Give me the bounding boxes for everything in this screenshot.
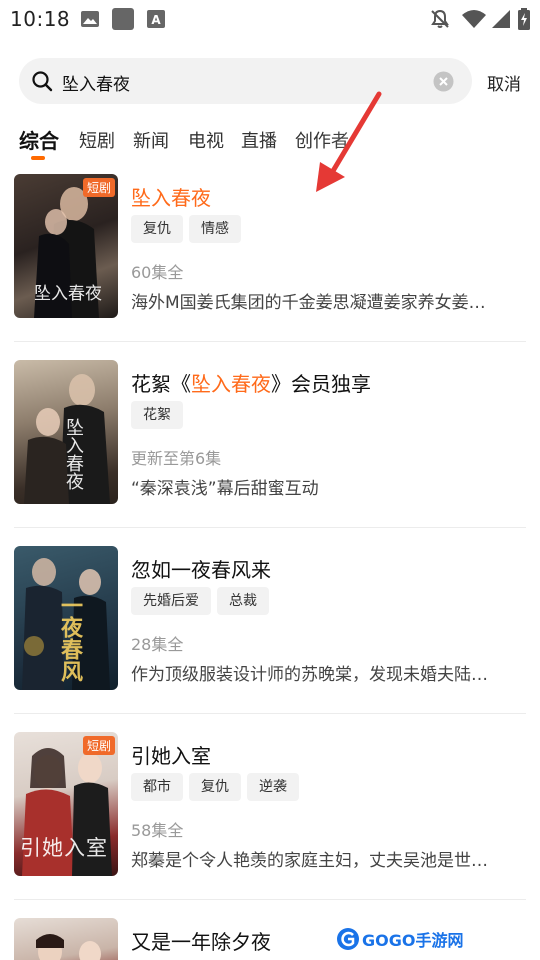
cover-title-text: 引她入室 xyxy=(20,836,108,860)
tag[interactable]: 总裁 xyxy=(217,587,269,615)
result-cover-image[interactable] xyxy=(14,918,118,960)
short-drama-badge: 短剧 xyxy=(82,736,115,755)
search-icon xyxy=(32,71,53,92)
search-query[interactable]: 坠入春夜 xyxy=(62,70,130,95)
result-cover-image[interactable]: 坠入春夜 xyxy=(14,360,118,504)
signal-icon xyxy=(492,10,510,28)
episode-count: 28集全 xyxy=(131,635,184,654)
result-cover-image[interactable]: 短剧 坠入春夜 xyxy=(14,174,118,318)
search-input[interactable]: 坠入春夜 xyxy=(19,58,472,104)
title-highlight: 坠入春夜 xyxy=(191,372,271,396)
status-bar: 10:18 A xyxy=(0,0,540,38)
tab-comprehensive[interactable]: 综合 xyxy=(19,125,59,154)
result-cover-image[interactable]: 一夜春风 xyxy=(14,546,118,690)
tag[interactable]: 先婚后爱 xyxy=(131,587,211,615)
clear-icon[interactable] xyxy=(433,71,454,92)
watermark-text: GOGO手游网 xyxy=(362,931,464,950)
cover-title-text: 坠入春夜 xyxy=(63,418,84,490)
title-prefix: 花絮《 xyxy=(131,372,191,396)
divider xyxy=(14,527,526,528)
battery-icon xyxy=(518,8,530,30)
result-item[interactable]: 短剧 坠入春夜 坠入春夜 复仇 情感 60集全 海外M国姜氏集团的千金姜思凝遭姜家… xyxy=(14,174,526,342)
short-drama-badge: 短剧 xyxy=(82,178,115,197)
result-title[interactable]: 花絮《坠入春夜》会员独享 xyxy=(131,368,371,397)
cover-title-text: 坠入春夜 xyxy=(34,284,102,304)
tab-live[interactable]: 直播 xyxy=(241,127,277,153)
font-app-icon: A xyxy=(147,10,165,28)
result-title[interactable]: 又是一年除夕夜 xyxy=(131,926,271,955)
status-time: 10:18 xyxy=(10,7,71,31)
cancel-button[interactable]: 取消 xyxy=(487,70,521,95)
active-tab-indicator xyxy=(31,156,45,160)
tag-list: 都市 复仇 逆袭 xyxy=(131,773,305,801)
tab-tv[interactable]: 电视 xyxy=(188,127,224,153)
divider xyxy=(14,899,526,900)
episode-count: 60集全 xyxy=(131,263,184,282)
episode-count: 58集全 xyxy=(131,821,184,840)
watermark-logo-icon xyxy=(337,928,359,950)
result-item[interactable]: 坠入春夜 花絮《坠入春夜》会员独享 花絮 更新至第6集 “秦深袁浅”幕后甜蜜互动 xyxy=(14,360,526,528)
category-tabs: 综合 短剧 新闻 电视 直播 创作者 xyxy=(0,123,540,163)
tag[interactable]: 逆袭 xyxy=(247,773,299,801)
result-description: 海外M国姜氏集团的千金姜思凝遭姜家养女姜… xyxy=(131,293,486,313)
result-description: “秦深袁浅”幕后甜蜜互动 xyxy=(131,479,319,499)
tag[interactable]: 复仇 xyxy=(131,215,183,243)
tag[interactable]: 复仇 xyxy=(189,773,241,801)
divider xyxy=(14,713,526,714)
tag[interactable]: 都市 xyxy=(131,773,183,801)
mute-icon xyxy=(431,9,449,28)
result-item[interactable]: 一夜春风 忽如一夜春风来 先婚后爱 总裁 28集全 作为顶级服装设计师的苏晚棠，发… xyxy=(14,546,526,714)
tab-news[interactable]: 新闻 xyxy=(133,127,169,153)
divider xyxy=(14,341,526,342)
result-cover-image[interactable]: 短剧 引她入室 xyxy=(14,732,118,876)
image-icon xyxy=(81,11,99,27)
svg-text:A: A xyxy=(151,13,161,27)
result-title[interactable]: 坠入春夜 xyxy=(131,182,211,211)
cover-title-text: 一夜春风 xyxy=(57,594,83,682)
title-suffix: 》会员独享 xyxy=(271,372,371,396)
result-item[interactable]: 短剧 引她入室 引她入室 都市 复仇 逆袭 58集全 郑蓁是个令人艳羡的家庭主妇，丈… xyxy=(14,732,526,900)
tag-list: 花絮 xyxy=(131,401,189,429)
result-title[interactable]: 忽如一夜春风来 xyxy=(131,554,271,583)
result-description: 作为顶级服装设计师的苏晚棠，发现未婚夫陆… xyxy=(131,665,488,685)
tag-list: 先婚后爱 总裁 xyxy=(131,587,275,615)
tag[interactable]: 花絮 xyxy=(131,401,183,429)
tab-short-drama[interactable]: 短剧 xyxy=(79,127,115,153)
result-title[interactable]: 引她入室 xyxy=(131,740,211,769)
result-description: 郑蓁是个令人艳羡的家庭主妇，丈夫吴池是世… xyxy=(131,851,488,871)
square-app-icon xyxy=(112,8,134,30)
cover-figures xyxy=(36,934,101,960)
search-row: 坠入春夜 取消 xyxy=(0,58,540,106)
wifi-icon xyxy=(462,10,486,28)
tag[interactable]: 情感 xyxy=(189,215,241,243)
episode-count: 更新至第6集 xyxy=(131,449,222,468)
tag-list: 复仇 情感 xyxy=(131,215,247,243)
